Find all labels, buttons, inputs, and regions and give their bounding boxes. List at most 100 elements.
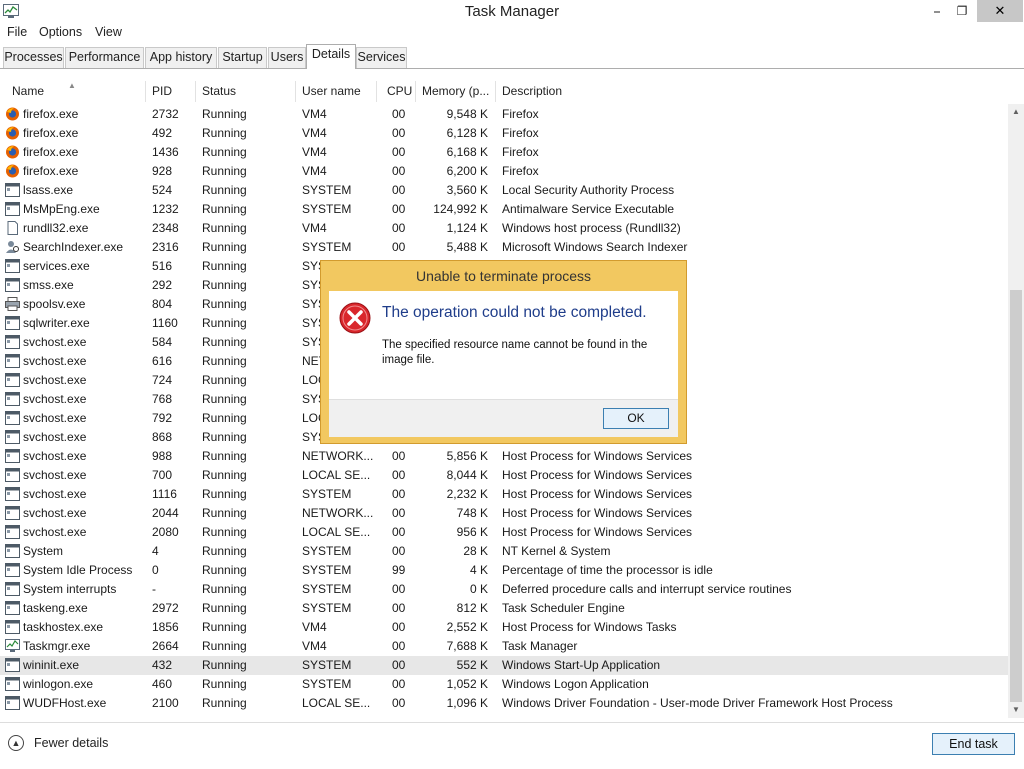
process-status: Running <box>202 392 247 406</box>
process-status: Running <box>202 677 247 691</box>
tab-performance[interactable]: Performance <box>65 47 144 68</box>
column-header-description[interactable]: Description <box>502 84 562 98</box>
table-row[interactable]: System Idle Process 0 Running SYSTEM 99 4 K Pe… <box>0 561 1008 580</box>
process-user: LOCAL SE... <box>302 696 371 710</box>
tab-processes[interactable]: Processes <box>3 47 64 68</box>
ok-button[interactable]: OK <box>603 408 669 429</box>
table-row[interactable]: System interrupts - Running SYSTEM 00 0 K Defe… <box>0 580 1008 599</box>
process-user: LOCAL SE... <box>302 468 371 482</box>
tab-app-history[interactable]: App history <box>145 47 217 68</box>
table-row[interactable]: WUDFHost.exe 2100 Running LOCAL SE... 00 1,09… <box>0 694 1008 713</box>
process-name: svchost.exe <box>23 430 87 444</box>
table-row[interactable]: Taskmgr.exe 2664 Running VM4 00 7,688 K Task M… <box>0 637 1008 656</box>
process-pid: 804 <box>152 297 173 311</box>
tab-startup[interactable]: Startup <box>218 47 267 68</box>
process-name: smss.exe <box>23 278 74 292</box>
process-user: VM4 <box>302 126 327 140</box>
process-name: System <box>23 544 64 558</box>
dialog-title: Unable to terminate process <box>415 268 592 284</box>
firefox-icon <box>5 164 20 178</box>
process-cpu: 00 <box>392 487 406 501</box>
table-row[interactable]: svchost.exe 1116 Running SYSTEM 00 2,232 K Hos… <box>0 485 1008 504</box>
tab-services[interactable]: Services <box>356 47 407 68</box>
process-status: Running <box>202 164 247 178</box>
process-pid: 2316 <box>152 240 179 254</box>
process-cpu: 00 <box>392 202 406 216</box>
column-divider[interactable] <box>195 81 196 102</box>
tab-users[interactable]: Users <box>268 47 306 68</box>
table-row[interactable]: lsass.exe 524 Running SYSTEM 00 3,560 K Local … <box>0 181 1008 200</box>
column-header-status[interactable]: Status <box>202 84 236 98</box>
process-name: taskhostex.exe <box>23 620 104 634</box>
table-row[interactable]: System 4 Running SYSTEM 00 28 K NT Kernel & Sy… <box>0 542 1008 561</box>
process-description: Antimalware Service Executable <box>502 202 675 216</box>
menu-file[interactable]: File <box>7 25 27 39</box>
process-user: VM4 <box>302 107 327 121</box>
process-pid: 2972 <box>152 601 179 615</box>
process-pid: 2080 <box>152 525 179 539</box>
dialog-body: The operation could not be completed. Th… <box>329 291 678 399</box>
menu-options[interactable]: Options <box>39 25 82 39</box>
process-pid: 768 <box>152 392 173 406</box>
column-header-user-name[interactable]: User name <box>302 84 361 98</box>
process-memory: 3,560 K <box>446 183 488 197</box>
table-row[interactable]: firefox.exe 492 Running VM4 00 6,128 K Firefox <box>0 124 1008 143</box>
scroll-down-icon[interactable]: ▼ <box>1008 702 1024 718</box>
taskmgr-icon <box>5 639 20 653</box>
footer-bar: ▲ Fewer details End task <box>0 722 1024 769</box>
table-row[interactable]: svchost.exe 2080 Running LOCAL SE... 00 956 K… <box>0 523 1008 542</box>
maximize-button[interactable]: ❐ <box>947 0 977 22</box>
process-status: Running <box>202 354 247 368</box>
column-header-memory[interactable]: Memory (p... <box>422 84 489 98</box>
table-row[interactable]: svchost.exe 988 Running NETWORK... 00 5,856 K… <box>0 447 1008 466</box>
table-row[interactable]: SearchIndexer.exe 2316 Running SYSTEM 00 5,48… <box>0 238 1008 257</box>
process-description: Firefox <box>502 145 539 159</box>
process-icon <box>5 316 20 330</box>
process-status: Running <box>202 278 247 292</box>
close-button[interactable]: ✕ <box>977 0 1023 22</box>
scroll-up-icon[interactable]: ▲ <box>1008 104 1024 120</box>
process-description: Microsoft Windows Search Indexer <box>502 240 688 254</box>
process-status: Running <box>202 316 247 330</box>
process-icon <box>5 658 20 672</box>
menu-bar: File Options View <box>0 24 1024 43</box>
process-user: SYSTEM <box>302 202 352 216</box>
table-row[interactable]: wininit.exe 432 Running SYSTEM 00 552 K Window… <box>0 656 1008 675</box>
menu-view[interactable]: View <box>95 25 122 39</box>
table-row[interactable]: firefox.exe 2732 Running VM4 00 9,548 K Firefo… <box>0 105 1008 124</box>
column-divider[interactable] <box>295 81 296 102</box>
vertical-scrollbar[interactable]: ▲ ▼ <box>1008 104 1024 718</box>
table-row[interactable]: firefox.exe 1436 Running VM4 00 6,168 K Firefo… <box>0 143 1008 162</box>
process-icon <box>5 563 20 577</box>
table-row[interactable]: svchost.exe 700 Running LOCAL SE... 00 8,044 … <box>0 466 1008 485</box>
table-row[interactable]: svchost.exe 2044 Running NETWORK... 00 748 K H… <box>0 504 1008 523</box>
tab-details[interactable]: Details <box>306 44 356 69</box>
process-icon <box>5 620 20 634</box>
process-memory: 2,552 K <box>446 620 488 634</box>
column-divider[interactable] <box>145 81 146 102</box>
process-pid: 1160 <box>152 316 178 330</box>
table-row[interactable]: rundll32.exe 2348 Running VM4 00 1,124 K Windo… <box>0 219 1008 238</box>
process-name: services.exe <box>23 259 90 273</box>
scrollbar-thumb[interactable] <box>1010 290 1022 702</box>
table-row[interactable]: firefox.exe 928 Running VM4 00 6,200 K Firefox <box>0 162 1008 181</box>
column-divider[interactable] <box>415 81 416 102</box>
process-pid: 2044 <box>152 506 179 520</box>
column-header-pid[interactable]: PID <box>152 84 172 98</box>
table-row[interactable]: winlogon.exe 460 Running SYSTEM 00 1,052 K Win… <box>0 675 1008 694</box>
column-header-cpu[interactable]: CPU <box>387 84 412 98</box>
column-divider[interactable] <box>376 81 377 102</box>
process-cpu: 00 <box>392 107 406 121</box>
process-user: SYSTEM <box>302 677 352 691</box>
process-name: System interrupts <box>23 582 117 596</box>
end-task-button[interactable]: End task <box>932 733 1015 755</box>
table-row[interactable]: taskhostex.exe 1856 Running VM4 00 2,552 K Hos… <box>0 618 1008 637</box>
table-row[interactable]: taskeng.exe 2972 Running SYSTEM 00 812 K Task … <box>0 599 1008 618</box>
column-divider[interactable] <box>495 81 496 102</box>
process-memory: 1,096 K <box>446 696 488 710</box>
process-memory: 1,124 K <box>446 221 488 235</box>
column-header-name[interactable]: Name <box>12 84 44 98</box>
process-description: Windows Start-Up Application <box>502 658 661 672</box>
table-row[interactable]: MsMpEng.exe 1232 Running SYSTEM 00 124,992 K A… <box>0 200 1008 219</box>
process-icon <box>5 677 20 691</box>
